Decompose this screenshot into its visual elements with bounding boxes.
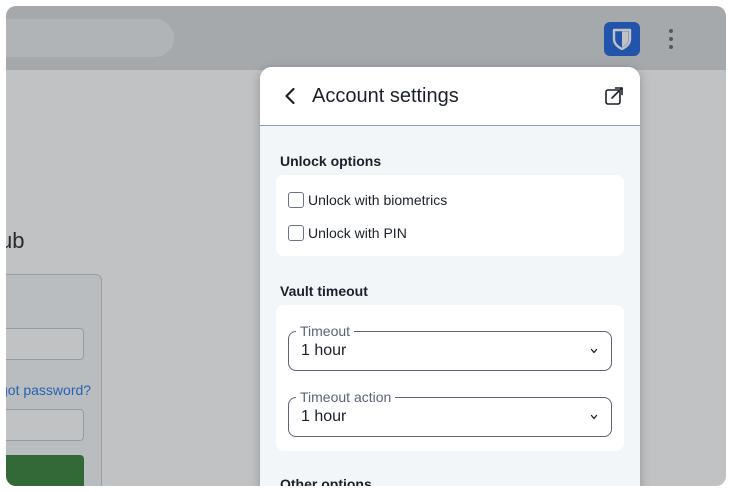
popout-button[interactable] [602, 84, 626, 108]
chevron-left-icon [285, 87, 295, 105]
popup-header: Account settings [260, 67, 640, 126]
popout-icon [605, 87, 623, 105]
unlock-options-heading: Unlock options [280, 153, 382, 169]
pin-option[interactable]: Unlock with PIN [276, 216, 624, 249]
chevron-down-icon [590, 348, 598, 354]
back-button[interactable] [280, 84, 300, 108]
chevron-down-icon [590, 414, 598, 420]
biometrics-checkbox[interactable] [288, 191, 304, 208]
popup-title: Account settings [312, 84, 459, 107]
app-window: ub got password? Account settings Unlock… [6, 6, 726, 486]
other-options-heading: Other options [280, 476, 372, 486]
extension-popup: Account settings Unlock options Unlock w… [260, 67, 640, 486]
timeout-action-label: Timeout action [296, 388, 396, 406]
vault-timeout-heading: Vault timeout [280, 283, 368, 299]
timeout-value: 1 hour [301, 342, 347, 359]
biometrics-option[interactable]: Unlock with biometrics [276, 183, 624, 216]
unlock-options-card: Unlock with biometrics Unlock with PIN [276, 175, 624, 256]
pin-label: Unlock with PIN [308, 224, 407, 241]
timeout-action-select[interactable]: Timeout action 1 hour [288, 388, 612, 437]
pin-checkbox[interactable] [288, 224, 304, 241]
vault-timeout-card: Timeout 1 hour Timeout action 1 hour [276, 305, 624, 451]
timeout-select[interactable]: Timeout 1 hour [288, 322, 612, 371]
timeout-label: Timeout [296, 322, 355, 340]
timeout-action-value: 1 hour [301, 408, 347, 425]
biometrics-label: Unlock with biometrics [308, 191, 448, 208]
